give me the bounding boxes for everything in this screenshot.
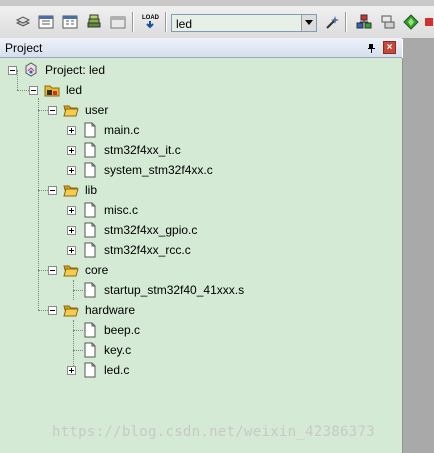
file-icon: [84, 142, 96, 158]
tree-node-group-user[interactable]: user: [48, 101, 108, 119]
file-label: beep.c: [104, 323, 141, 337]
file-label: stm32f4xx_rcc.c: [104, 243, 191, 257]
editor-area-background: [403, 38, 434, 453]
collapse-icon[interactable]: [48, 305, 57, 315]
tree-connector: [38, 98, 39, 310]
expand-icon[interactable]: [67, 165, 76, 175]
tree-node-file[interactable]: stm32f4xx_rcc.c: [67, 241, 191, 259]
file-icon: [84, 122, 96, 138]
collapse-icon[interactable]: [8, 65, 17, 75]
grid2-icon[interactable]: [61, 13, 79, 31]
stack-icon[interactable]: [14, 13, 32, 31]
pin-icon[interactable]: [366, 42, 376, 53]
group-label: user: [85, 103, 109, 117]
tree-connector: [38, 310, 48, 311]
tree-node-file[interactable]: stm32f4xx_gpio.c: [67, 221, 197, 239]
target-label: led: [66, 83, 83, 97]
group-label: core: [85, 263, 109, 277]
file-icon: [84, 282, 96, 298]
group-icon[interactable]: [355, 13, 373, 31]
tree-node-file[interactable]: startup_stm32f40_41xxx.s: [67, 281, 244, 299]
load-icon[interactable]: LOAD: [140, 13, 160, 31]
expand-icon[interactable]: [67, 125, 76, 135]
layers-icon[interactable]: [85, 13, 103, 31]
group-label: hardware: [85, 303, 136, 317]
components-icon[interactable]: [379, 13, 397, 31]
tree-node-file[interactable]: misc.c: [67, 201, 138, 219]
file-icon: [84, 202, 96, 218]
expand-icon[interactable]: [67, 225, 76, 235]
collapse-icon[interactable]: [48, 105, 57, 115]
expand-icon[interactable]: [67, 145, 76, 155]
toolbar-separator: [132, 12, 134, 32]
tree-node-group-core[interactable]: core: [48, 261, 108, 279]
watermark: https://blog.csdn.net/weixin_42386373: [52, 424, 375, 440]
tree-node-file[interactable]: main.c: [67, 121, 139, 139]
file-label: misc.c: [104, 203, 138, 217]
project-tree: Project: led led user main.c stm32f4xx_i…: [0, 58, 403, 453]
target-folder-icon: [44, 85, 60, 97]
chevron-down-icon[interactable]: [301, 15, 316, 31]
tree-connector: [38, 190, 48, 191]
folder-open-icon: [63, 105, 79, 117]
toolbar: LOAD led: [0, 0, 434, 39]
folder-open-icon: [63, 265, 79, 277]
file-label: led.c: [104, 363, 130, 377]
tree-node-file[interactable]: key.c: [67, 341, 131, 359]
folder-open-icon: [63, 305, 79, 317]
tree-node-group-lib[interactable]: lib: [48, 181, 97, 199]
file-icon: [84, 242, 96, 258]
expand-icon[interactable]: [67, 365, 76, 375]
file-label: key.c: [104, 343, 132, 357]
more-icon[interactable]: [424, 13, 434, 31]
target-select-value: led: [176, 17, 193, 31]
diamond-icon[interactable]: [402, 13, 420, 31]
window-icon[interactable]: [109, 13, 127, 31]
expand-icon[interactable]: [67, 205, 76, 215]
svg-text:LOAD: LOAD: [142, 15, 160, 21]
tree-node-file[interactable]: stm32f4xx_it.c: [67, 141, 181, 159]
collapse-icon[interactable]: [48, 185, 57, 195]
tree-connector: [38, 270, 48, 271]
file-icon: [84, 222, 96, 238]
project-label: Project: led: [45, 63, 106, 77]
panel-title: Project: [5, 41, 43, 55]
close-icon[interactable]: ×: [383, 41, 396, 54]
file-label: system_stm32f4xx.c: [104, 163, 213, 177]
collapse-icon[interactable]: [29, 85, 38, 95]
file-label: stm32f4xx_it.c: [104, 143, 181, 157]
toolbar-separator: [345, 12, 347, 32]
group-label: lib: [85, 183, 98, 197]
toolbar-top-strip: [0, 0, 434, 6]
file-label: startup_stm32f40_41xxx.s: [104, 283, 245, 297]
tree-node-file[interactable]: led.c: [67, 361, 129, 379]
folder-open-icon: [63, 185, 79, 197]
toolbar-separator: [165, 12, 167, 32]
tree-node-target[interactable]: led: [29, 81, 82, 99]
tree-node-group-hardware[interactable]: hardware: [48, 301, 135, 319]
tree-node-project[interactable]: Project: led: [8, 61, 105, 79]
file-label: main.c: [104, 123, 140, 137]
file-label: stm32f4xx_gpio.c: [104, 223, 198, 237]
collapse-icon[interactable]: [48, 265, 57, 275]
project-panel-header: Project ×: [0, 38, 402, 58]
file-icon: [84, 162, 96, 178]
file-icon: [84, 322, 96, 338]
file-icon: [84, 362, 96, 378]
expand-icon[interactable]: [67, 245, 76, 255]
tree-connector: [38, 110, 48, 111]
tree-node-file[interactable]: system_stm32f4xx.c: [67, 161, 213, 179]
project-icon: [25, 62, 37, 77]
tree-node-file[interactable]: beep.c: [67, 321, 140, 339]
target-select[interactable]: led: [171, 14, 317, 32]
file-icon: [84, 342, 96, 358]
wand-icon[interactable]: [323, 13, 341, 31]
grid-icon[interactable]: [37, 13, 55, 31]
